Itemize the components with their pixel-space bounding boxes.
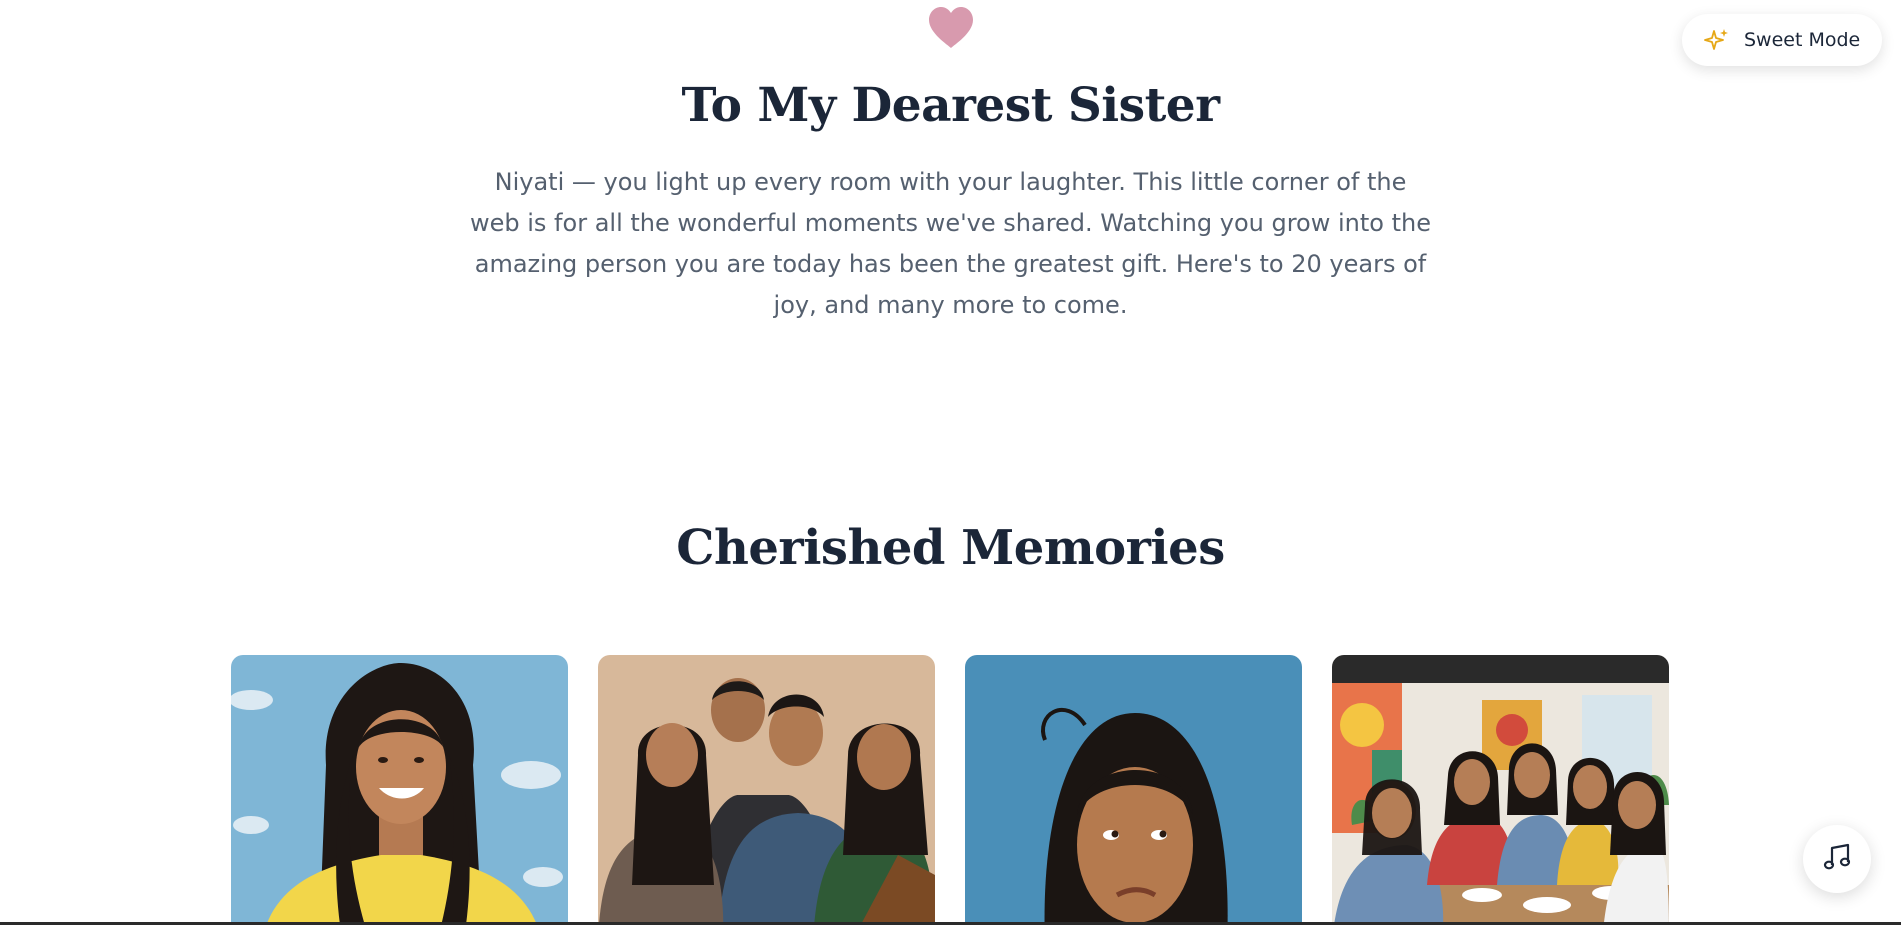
music-toggle-button[interactable] xyxy=(1803,825,1871,893)
memories-heading: Cherished Memories xyxy=(676,520,1225,576)
memory-photo-3[interactable] xyxy=(965,655,1302,925)
page-title: To My Dearest Sister xyxy=(681,78,1220,133)
sweet-mode-label: Sweet Mode xyxy=(1744,29,1861,51)
heart-icon xyxy=(926,6,976,50)
memory-photo-2[interactable] xyxy=(598,655,935,925)
page: To My Dearest Sister Niyati — you light … xyxy=(0,0,1901,925)
memory-photo-1[interactable] xyxy=(231,655,568,925)
sparkles-icon xyxy=(1704,27,1730,53)
sweet-mode-button[interactable]: Sweet Mode xyxy=(1682,14,1882,66)
dedication-message: Niyati — you light up every room with yo… xyxy=(470,168,1431,319)
memory-photo-4[interactable] xyxy=(1332,655,1669,925)
music-note-icon xyxy=(1822,842,1852,876)
